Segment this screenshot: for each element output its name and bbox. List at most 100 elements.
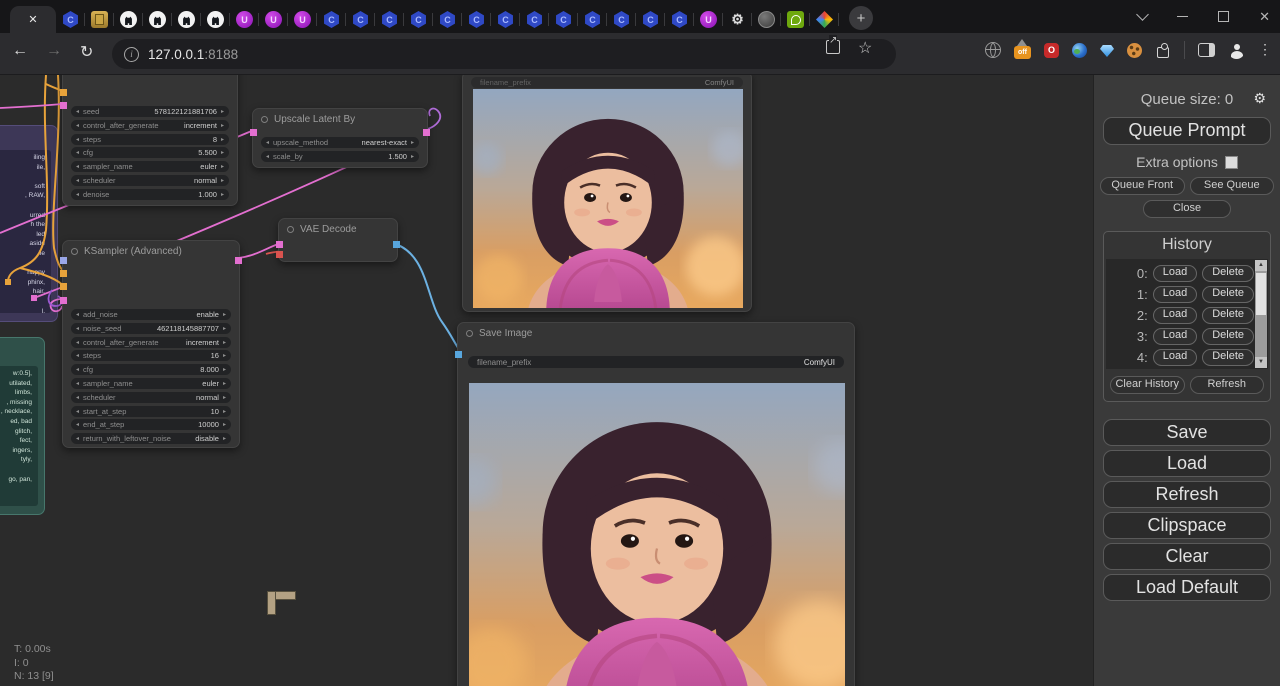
- node-graph-canvas[interactable]: ilingile,soft, RAW,urredh theledasidelle…: [0, 75, 1093, 686]
- menu-button[interactable]: Clipspace: [1103, 512, 1271, 539]
- increment-arrow-icon[interactable]: ▸: [411, 139, 414, 146]
- browser-tab[interactable]: [491, 6, 520, 33]
- scrollbar-thumb[interactable]: [1256, 273, 1266, 315]
- node-widget[interactable]: ◂scale_by1.500▸: [261, 151, 419, 162]
- browser-tab[interactable]: [259, 6, 288, 33]
- input-slot-negative[interactable]: [60, 283, 67, 290]
- history-load-button[interactable]: Load: [1153, 265, 1197, 282]
- close-button[interactable]: Close: [1143, 200, 1231, 218]
- save-image-node[interactable]: Save Image filename_prefixComfyUI: [457, 322, 855, 686]
- browser-tab[interactable]: [375, 6, 404, 33]
- browser-tab[interactable]: [433, 6, 462, 33]
- minimize-icon[interactable]: [1177, 16, 1188, 18]
- collapse-dot-icon[interactable]: [466, 330, 473, 337]
- node-widget[interactable]: ◂cfg5.500▸: [71, 147, 229, 158]
- decrement-arrow-icon[interactable]: ◂: [76, 352, 79, 359]
- node-widget[interactable]: filename_prefixComfyUI: [471, 77, 743, 88]
- browser-tab[interactable]: [56, 6, 85, 33]
- browser-tab[interactable]: [288, 6, 317, 33]
- menu-button[interactable]: Save: [1103, 419, 1271, 446]
- input-slot-samples[interactable]: [276, 241, 283, 248]
- node-widget[interactable]: ◂denoise1.000▸: [71, 189, 229, 200]
- history-delete-button[interactable]: Delete: [1202, 307, 1254, 324]
- decrement-arrow-icon[interactable]: ◂: [76, 339, 79, 346]
- browser-tab[interactable]: [781, 6, 810, 33]
- browser-tab[interactable]: [201, 6, 230, 33]
- node-widget[interactable]: ◂seed578122121881706▸: [71, 106, 229, 117]
- history-delete-button[interactable]: Delete: [1202, 286, 1254, 303]
- decrement-arrow-icon[interactable]: ◂: [266, 153, 269, 160]
- scroll-up-icon[interactable]: ▲: [1255, 260, 1267, 271]
- refresh-history-button[interactable]: Refresh: [1190, 376, 1265, 394]
- input-slot-conditioning[interactable]: [60, 89, 67, 96]
- decrement-arrow-icon[interactable]: ◂: [76, 149, 79, 156]
- scroll-down-icon[interactable]: ▼: [1255, 357, 1267, 368]
- increment-arrow-icon[interactable]: ▸: [221, 177, 224, 184]
- output-slot-latent[interactable]: [423, 129, 430, 136]
- decrement-arrow-icon[interactable]: ◂: [76, 408, 79, 415]
- extra-options-checkbox[interactable]: [1225, 156, 1238, 169]
- tab-close-icon[interactable]: ✕: [28, 13, 37, 26]
- browser-tab[interactable]: [346, 6, 375, 33]
- decrement-arrow-icon[interactable]: ◂: [76, 177, 79, 184]
- browser-tab[interactable]: [694, 6, 723, 33]
- decrement-arrow-icon[interactable]: ◂: [76, 366, 79, 373]
- input-slot-latent-image[interactable]: [60, 297, 67, 304]
- increment-arrow-icon[interactable]: ▸: [223, 421, 226, 428]
- gem-extension-icon[interactable]: [1100, 45, 1114, 57]
- collapse-dot-icon[interactable]: [287, 226, 294, 233]
- history-delete-button[interactable]: Delete: [1202, 328, 1254, 345]
- input-slot-images[interactable]: [455, 351, 462, 358]
- increment-arrow-icon[interactable]: ▸: [223, 380, 226, 387]
- increment-arrow-icon[interactable]: ▸: [221, 122, 224, 129]
- decrement-arrow-icon[interactable]: ◂: [76, 163, 79, 170]
- input-slot-positive[interactable]: [60, 270, 67, 277]
- collapse-dot-icon[interactable]: [71, 248, 78, 255]
- red-o-extension-icon[interactable]: O: [1044, 43, 1059, 58]
- sphere-extension-icon[interactable]: [1072, 43, 1087, 58]
- history-load-button[interactable]: Load: [1153, 349, 1197, 366]
- browser-tab[interactable]: [549, 6, 578, 33]
- node-widget[interactable]: ◂upscale_methodnearest-exact▸: [261, 137, 419, 148]
- menu-button[interactable]: Load Default: [1103, 574, 1271, 601]
- back-icon[interactable]: ←: [12, 42, 28, 60]
- node-widget[interactable]: ◂sampler_nameeuler▸: [71, 161, 229, 172]
- decrement-arrow-icon[interactable]: ◂: [76, 136, 79, 143]
- cookie-extension-icon[interactable]: [1127, 43, 1142, 58]
- new-tab-button[interactable]: +: [849, 6, 873, 30]
- browser-tab[interactable]: [607, 6, 636, 33]
- queue-front-button[interactable]: Queue Front: [1100, 177, 1185, 195]
- bookmark-star-icon[interactable]: ☆: [858, 38, 872, 58]
- browser-tab[interactable]: [723, 6, 752, 33]
- node-widget[interactable]: ◂add_noiseenable▸: [71, 309, 231, 320]
- browser-tab[interactable]: [404, 6, 433, 33]
- vae-decode-node[interactable]: VAE Decode: [278, 218, 398, 262]
- node-widget[interactable]: ◂control_after_generateincrement▸: [71, 337, 231, 348]
- node-widget[interactable]: ◂schedulernormal▸: [71, 175, 229, 186]
- decrement-arrow-icon[interactable]: ◂: [76, 435, 79, 442]
- output-slot-image[interactable]: [393, 241, 400, 248]
- node-widget[interactable]: ◂sampler_nameeuler▸: [71, 378, 231, 389]
- node-widget[interactable]: ◂return_with_leftover_noisedisable▸: [71, 433, 231, 444]
- browser-tab[interactable]: [114, 6, 143, 33]
- decrement-arrow-icon[interactable]: ◂: [266, 139, 269, 146]
- restore-icon[interactable]: [1218, 11, 1229, 22]
- upscale-latent-node[interactable]: Upscale Latent By ◂upscale_methodnearest…: [252, 108, 428, 168]
- clear-history-button[interactable]: Clear History: [1110, 376, 1185, 394]
- increment-arrow-icon[interactable]: ▸: [223, 366, 226, 373]
- decrement-arrow-icon[interactable]: ◂: [76, 108, 79, 115]
- side-panel-icon[interactable]: [1198, 43, 1215, 57]
- browser-tab[interactable]: [665, 6, 694, 33]
- queue-prompt-button[interactable]: Queue Prompt: [1103, 117, 1271, 145]
- off-badge-extension-icon[interactable]: [1014, 46, 1031, 59]
- input-slot-samples[interactable]: [250, 129, 257, 136]
- increment-arrow-icon[interactable]: ▸: [223, 394, 226, 401]
- decrement-arrow-icon[interactable]: ◂: [76, 122, 79, 129]
- node-widget[interactable]: ◂start_at_step10▸: [71, 406, 231, 417]
- menu-button[interactable]: Refresh: [1103, 481, 1271, 508]
- globe-extension-icon[interactable]: [985, 42, 1001, 58]
- browser-tab[interactable]: [172, 6, 201, 33]
- forward-icon[interactable]: →: [46, 42, 62, 60]
- browser-tab[interactable]: [810, 6, 839, 33]
- decrement-arrow-icon[interactable]: ◂: [76, 325, 79, 332]
